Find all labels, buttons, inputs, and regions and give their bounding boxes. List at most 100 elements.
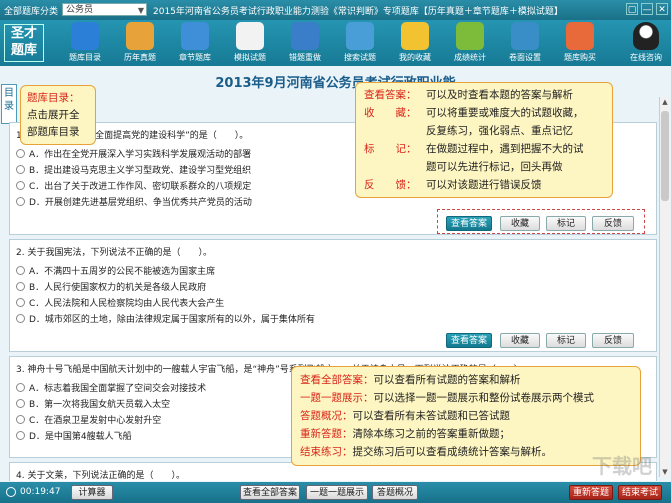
option-c[interactable]: C．人民法院和人民检察院均由人民代表大会产生 xyxy=(16,296,224,309)
category-select-value: 公务员 xyxy=(66,5,94,15)
toolbar-button-4[interactable]: 模拟试题 xyxy=(225,22,275,63)
close-button[interactable]: ✕ xyxy=(656,3,668,15)
option-a[interactable]: A．标志着我国全面掌握了空间交会对接技术 xyxy=(16,381,206,394)
stats-icon xyxy=(456,22,484,50)
finish-exam-button[interactable]: 结束考试 xyxy=(618,485,662,500)
option-label: A．标志着我国全面掌握了空间交会对接技术 xyxy=(29,384,207,394)
toolbar-button-10[interactable]: 题库购买 xyxy=(555,22,605,63)
option-label: A．不满四十五周岁的公民不能被选为国家主席 xyxy=(29,267,216,277)
radio-icon xyxy=(16,383,25,392)
toolbar-label: 题库目录 xyxy=(69,53,101,62)
catalog-tip-line3: 部题库目录 xyxy=(27,126,80,138)
one-by-one-button[interactable]: 一题一题展示 xyxy=(306,485,368,500)
tip-desc: 可以及时查看本题的答案与解析 xyxy=(426,89,573,101)
toolbar-label: 错题重做 xyxy=(289,53,321,62)
scroll-down-icon[interactable]: ▼ xyxy=(660,467,670,477)
option-d[interactable]: D．是中国第4艘载人飞船 xyxy=(16,429,132,442)
search-icon xyxy=(346,22,374,50)
tip-key: 重新答题： xyxy=(300,428,353,440)
vertical-scrollbar[interactable]: ▲ ▼ xyxy=(659,97,670,477)
tip-desc: 反复练习，强化弱点、重点记忆 xyxy=(426,125,573,137)
tip-key: 结束练习： xyxy=(300,446,353,458)
catalog-tip-callout: 题库目录： 点击展开全 部题库目录 xyxy=(20,85,96,145)
scroll-up-icon[interactable]: ▲ xyxy=(660,97,670,107)
tip-key: 查看答案： xyxy=(364,89,417,101)
tip-row: 反复练习，强化弱点、重点记忆 xyxy=(364,123,573,138)
option-b[interactable]: B．提出建设马克思主义学习型政党、建设学习型党组织 xyxy=(16,163,251,176)
toolbar-label: 模拟试题 xyxy=(234,53,266,62)
tip-key: 反 馈： xyxy=(364,179,417,191)
radio-icon xyxy=(16,298,25,307)
option-b[interactable]: B．第一次将我国女航天员载入太空 xyxy=(16,397,170,410)
option-label: A．作出在全党开展深入学习实践科学发展观活动的部署 xyxy=(29,150,252,160)
tip-row: 收 藏： 可以将重要或难度大的试题收藏， xyxy=(364,105,584,120)
tip-desc: 可以选择一题一题展示和整份试卷展示两个模式 xyxy=(373,392,595,404)
option-label: D．城市郊区的土地，除由法律规定属于国家所有的以外，属于集体所有 xyxy=(29,315,315,325)
radio-icon xyxy=(16,314,25,323)
toolbar-button-7[interactable]: 我的收藏 xyxy=(390,22,440,63)
toolbar-button-2[interactable]: 历年真题 xyxy=(115,22,165,63)
toolbar-button-8[interactable]: 成绩统计 xyxy=(445,22,495,63)
toolbar-label: 卷面设置 xyxy=(509,53,541,62)
tip-key: 查看全部答案： xyxy=(300,374,374,386)
feedback-button[interactable]: 反馈 xyxy=(592,333,634,348)
tip-desc: 可以查看所有未答试题和已答试题 xyxy=(352,410,511,422)
bookmark-icon xyxy=(401,22,429,50)
category-select[interactable]: 公务员 ▼ xyxy=(62,3,147,16)
tip-desc: 提交练习后可以查看成绩统计答案与解析。 xyxy=(352,446,553,458)
tip-row: 题可以先进行标记，回头再做 xyxy=(364,159,563,174)
catalog-tip-line1: 题库目录： xyxy=(27,92,80,104)
toolbar-label: 我的收藏 xyxy=(399,53,431,62)
question-text: 4. 关于文莱，下列说法正确的是（ ）。 xyxy=(16,471,185,481)
toolbar-button-6[interactable]: 搜索试题 xyxy=(335,22,385,63)
bottom-bar: 00:19:47 计算器 查看全部答案 一题一题展示 答题概况 重新答题 结束考… xyxy=(0,482,671,503)
option-b[interactable]: B．人民行使国家权力的机关是各级人民政府 xyxy=(16,280,206,293)
option-d[interactable]: D．城市郊区的土地，除由法律规定属于国家所有的以外，属于集体所有 xyxy=(16,312,315,325)
toolbar-button-5[interactable]: 错题重做 xyxy=(280,22,330,63)
tip-key: 标 记： xyxy=(364,143,417,155)
minimize-button[interactable]: — xyxy=(641,3,653,15)
side-tab-line1: 目 xyxy=(4,88,14,99)
app-logo: 圣才 题库 xyxy=(4,24,44,62)
mark-button[interactable]: 标记 xyxy=(546,333,586,348)
option-a[interactable]: A．不满四十五周岁的公民不能被选为国家主席 xyxy=(16,264,215,277)
favorite-button[interactable]: 收藏 xyxy=(500,333,540,348)
tip-key: 一题一题展示： xyxy=(300,392,374,404)
calculator-button[interactable]: 计算器 xyxy=(71,485,113,500)
tip-desc: 可以对该题进行错误反馈 xyxy=(426,179,542,191)
option-c[interactable]: C．在酒泉卫星发射中心发射升空 xyxy=(16,413,161,426)
restart-button[interactable]: 重新答题 xyxy=(569,485,613,500)
mock-exam-icon xyxy=(236,22,264,50)
top-bar: 全部题库分类 公务员 ▼ 2015年河南省公务员考试行政职业能力测验《常识判断》… xyxy=(0,0,671,20)
toolbar-button-3[interactable]: 章节题库 xyxy=(170,22,220,63)
maximize-button[interactable]: ▢ xyxy=(626,3,638,15)
option-a[interactable]: A．作出在全党开展深入学习实践科学发展观活动的部署 xyxy=(16,147,251,160)
tip-desc: 在做题过程中，遇到把握不大的试 xyxy=(426,143,584,155)
option-label: C．人民法院和人民检察院均由人民代表大会产生 xyxy=(29,299,225,309)
option-d[interactable]: D．开展创建先进基层党组织、争当优秀共产党员的活动 xyxy=(16,195,252,208)
tip-row: 查看答案： 可以及时查看本题的答案与解析 xyxy=(364,87,573,102)
toolbar-label: 历年真题 xyxy=(124,53,156,62)
scroll-thumb[interactable] xyxy=(661,111,669,201)
question-buttons-tip-callout: 查看答案： 可以及时查看本题的答案与解析收 藏： 可以将重要或难度大的试题收藏， 反复… xyxy=(355,82,613,198)
radio-icon xyxy=(16,431,25,440)
logo-line2: 题库 xyxy=(10,43,37,58)
option-c[interactable]: C．出台了关于改进工作作风、密切联系群众的八项规定 xyxy=(16,179,251,192)
answer-overview-button[interactable]: 答题概况 xyxy=(372,485,418,500)
toolbar-label: 搜索试题 xyxy=(344,53,376,62)
radio-icon xyxy=(16,415,25,424)
toolbar-button-1[interactable]: 题库目录 xyxy=(60,22,110,63)
option-label: B．提出建设马克思主义学习型政党、建设学习型党组织 xyxy=(29,166,252,176)
tip-row: 标 记： 在做题过程中，遇到把握不大的试 xyxy=(364,141,584,156)
catalog-side-tab[interactable]: 目 录 xyxy=(1,84,17,124)
view-all-answers-button[interactable]: 查看全部答案 xyxy=(240,485,300,500)
chevron-down-icon: ▼ xyxy=(137,6,144,15)
view-answer-button[interactable]: 查看答案 xyxy=(446,333,492,348)
radio-icon xyxy=(16,149,25,158)
radio-icon xyxy=(16,197,25,206)
tip-row: 答题概况：可以查看所有未答试题和已答试题 xyxy=(300,408,510,423)
toolbar-button-9[interactable]: 卷面设置 xyxy=(500,22,550,63)
tip-row: 反 馈： 可以对该题进行错误反馈 xyxy=(364,177,542,192)
toolbar-label: 章节题库 xyxy=(179,53,211,62)
online-consult-button[interactable]: 在线咨询 xyxy=(624,22,668,63)
